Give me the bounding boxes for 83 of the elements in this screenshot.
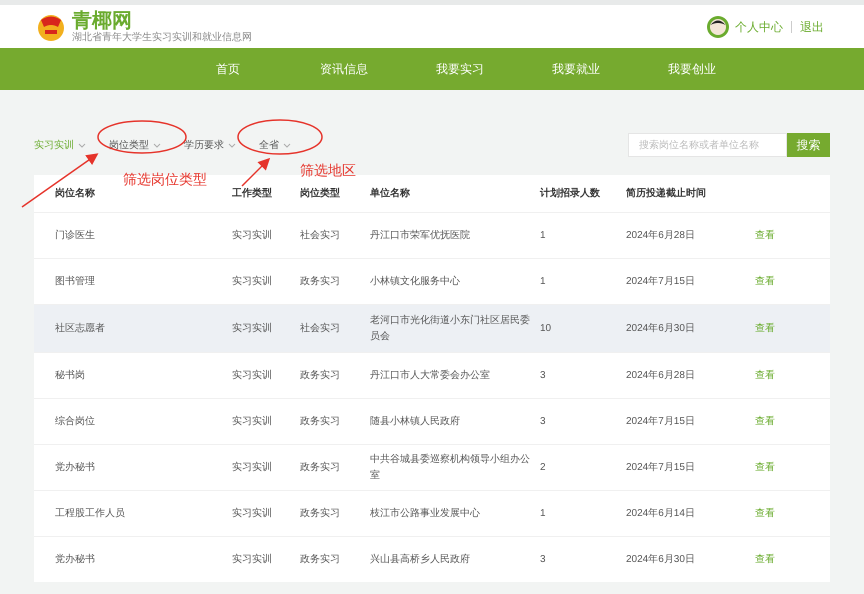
nav-item[interactable]: 资讯信息: [286, 60, 402, 78]
table-cell: 工程股工作人员: [55, 508, 125, 518]
table-cell: 1: [540, 230, 546, 240]
table-cell: 党办秘书: [55, 462, 95, 472]
table-cell: 丹江口市人大常委会办公室: [370, 370, 490, 380]
view-link[interactable]: 查看: [755, 321, 775, 336]
table-cell: 政务实习: [300, 508, 340, 518]
table-cell: 3: [540, 554, 546, 564]
table-cell: 政务实习: [300, 462, 340, 472]
table-cell: 枝江市公路事业发展中心: [370, 508, 480, 518]
caret-icon: [78, 142, 86, 148]
table-cell: 实习实训: [232, 322, 272, 334]
personal-center-link[interactable]: 个人中心: [735, 18, 783, 36]
table-cell: 党办秘书: [55, 554, 95, 564]
table-cell: 实习实训: [232, 370, 272, 380]
view-link[interactable]: 查看: [755, 506, 775, 521]
avatar-icon[interactable]: [707, 16, 729, 38]
table-cell: 3: [540, 416, 546, 426]
table-cell: 政务实习: [300, 416, 340, 426]
table-cell: 实习实训: [232, 230, 272, 240]
table-cell: 图书管理: [55, 276, 95, 286]
table-cell: 社会实习: [300, 230, 340, 240]
table-cell: 丹江口市荣军优抚医院: [370, 230, 470, 240]
site-subtitle: 湖北省青年大学生实习实训和就业信息网: [72, 32, 252, 44]
table-cell: 实习实训: [232, 554, 272, 564]
caret-icon: [228, 142, 236, 148]
nav-item[interactable]: 首页: [170, 60, 286, 78]
table-cell: 实习实训: [232, 276, 272, 286]
caret-icon: [283, 142, 291, 148]
view-link[interactable]: 查看: [755, 552, 775, 567]
table-cell: 10: [540, 322, 552, 334]
table-cell: 门诊医生: [55, 230, 95, 240]
table-cell: 社区志愿者: [55, 322, 105, 334]
table-cell: 政务实习: [300, 554, 340, 564]
filter-dropdown[interactable]: 学历要求: [184, 138, 259, 152]
column-header: 工作类型: [232, 188, 272, 199]
table-cell: 实习实训: [232, 416, 272, 426]
table-cell: 2024年6月30日: [626, 322, 695, 334]
table-cell: 社会实习: [300, 322, 340, 334]
table-cell: 2024年7月15日: [626, 276, 695, 286]
column-header: 计划招录人数: [540, 188, 600, 199]
table-cell: 2024年6月28日: [626, 370, 695, 380]
table-cell: 综合岗位: [55, 416, 95, 426]
nav-item[interactable]: 我要创业: [634, 60, 750, 78]
table-cell: 2024年6月30日: [626, 554, 695, 564]
table-cell: 1: [540, 508, 546, 518]
view-link[interactable]: 查看: [755, 228, 775, 243]
table-cell: 实习实训: [232, 462, 272, 472]
search-field[interactable]: 搜索岗位名称或者单位名称: [628, 133, 787, 157]
view-link[interactable]: 查看: [755, 274, 775, 289]
column-header: 岗位名称: [55, 188, 95, 199]
table-cell: 老河口市光化街道小东门社区居民委员会: [370, 314, 530, 342]
table-cell: 小林镇文化服务中心: [370, 276, 460, 286]
table-cell: 2024年6月28日: [626, 230, 695, 240]
table-cell: 兴山县高桥乡人民政府: [370, 554, 470, 564]
table-cell: 2024年6月14日: [626, 508, 695, 518]
table-cell: 2: [540, 462, 546, 472]
nav-item[interactable]: 我要实习: [402, 60, 518, 78]
view-link[interactable]: 查看: [755, 460, 775, 475]
nav-item[interactable]: 我要就业: [518, 60, 634, 78]
column-header: 岗位类型: [300, 188, 340, 199]
table-cell: 1: [540, 276, 546, 286]
annotation-text: 筛选地区: [300, 162, 356, 178]
column-header: 简历投递截止时间: [626, 188, 706, 199]
table-cell: 2024年7月15日: [626, 416, 695, 426]
column-header: 单位名称: [370, 188, 410, 199]
view-link[interactable]: 查看: [755, 414, 775, 429]
annotation-text: 筛选岗位类型: [123, 171, 207, 187]
logout-link[interactable]: 退出: [800, 18, 824, 36]
table-cell: 3: [540, 370, 546, 380]
table-cell: 实习实训: [232, 508, 272, 518]
table-cell: 中共谷城县委巡察机构领导小组办公室: [370, 454, 530, 480]
view-link[interactable]: 查看: [755, 368, 775, 383]
search-button[interactable]: 搜索: [787, 133, 830, 157]
table-cell: 随县小林镇人民政府: [370, 416, 460, 426]
table-cell: 政务实习: [300, 276, 340, 286]
site-name: 青椰网: [72, 10, 133, 32]
table-cell: 政务实习: [300, 370, 340, 380]
caret-icon: [153, 142, 161, 148]
table-cell: 秘书岗: [55, 370, 85, 380]
table-cell: 2024年7月15日: [626, 462, 695, 472]
filter-dropdown[interactable]: 实习实训: [34, 138, 109, 152]
filter-dropdown[interactable]: 全省: [259, 138, 334, 152]
